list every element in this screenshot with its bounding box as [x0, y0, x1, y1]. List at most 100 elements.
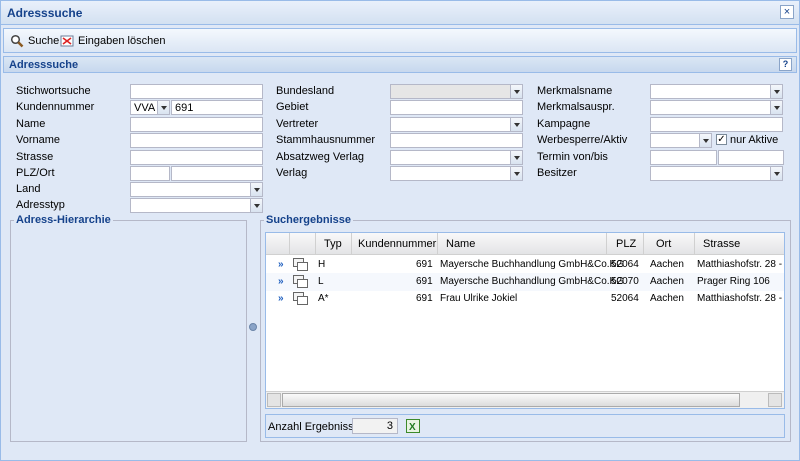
absatzweg-label: Absatzweg Verlag	[276, 151, 365, 163]
besitzer-label: Besitzer	[537, 167, 577, 179]
kundennummer-prefix-select[interactable]: VVA	[130, 100, 170, 115]
help-icon[interactable]: ?	[779, 58, 792, 71]
merkmalsname-select[interactable]	[650, 84, 783, 99]
chevron-down-icon[interactable]	[699, 133, 712, 148]
vorname-label: Vorname	[16, 134, 61, 146]
address-hierarchy-panel	[10, 220, 247, 442]
splitter-handle[interactable]	[249, 323, 257, 331]
merkmalsauspr-label: Merkmalsauspr.	[537, 101, 615, 113]
search-button-label: Suche	[28, 35, 60, 47]
bundesland-label: Bundesland	[276, 85, 335, 97]
address-search-window: Adresssuche × Suche Eingaben löschen Adr…	[0, 0, 800, 461]
stichwortsuche-label: Stichwortsuche	[16, 85, 91, 97]
chevron-down-icon[interactable]	[770, 100, 783, 115]
chevron-down-icon[interactable]	[510, 166, 523, 181]
column-plz[interactable]: PLZ	[616, 238, 636, 250]
search-panel-header: Adresssuche ?	[3, 56, 797, 73]
chevron-down-icon[interactable]	[250, 182, 263, 197]
open-row-icon[interactable]: »	[278, 293, 284, 304]
close-icon[interactable]: ×	[780, 5, 794, 19]
adresstyp-label: Adresstyp	[16, 199, 65, 211]
address-hierarchy-title: Adress-Hierarchie	[14, 214, 113, 226]
window-titlebar: Adresssuche ×	[1, 1, 799, 25]
nur-aktive-label: nur Aktive	[730, 134, 779, 146]
werbesperre-label: Werbesperre/Aktiv	[537, 134, 628, 146]
nur-aktive-checkbox[interactable]: ✓	[716, 134, 727, 145]
name-label: Name	[16, 118, 46, 130]
plz-ort-label: PLZ/Ort	[16, 167, 55, 179]
gebiet-label: Gebiet	[276, 101, 309, 113]
ort-input[interactable]	[171, 166, 263, 181]
excel-export-icon[interactable]: X	[406, 419, 420, 433]
toolbar: Suche Eingaben löschen	[3, 28, 797, 53]
column-typ[interactable]: Typ	[324, 238, 342, 250]
strasse-label: Strasse	[16, 151, 54, 163]
details-icon[interactable]	[293, 258, 309, 274]
table-row[interactable]: » A* 691 Frau Ulrike Jokiel 52064 Aachen…	[266, 290, 784, 308]
table-row[interactable]: » L 691 Mayersche Buchhandlung GmbH&Co.K…	[266, 273, 784, 291]
window-title: Adresssuche	[7, 6, 83, 20]
besitzer-select[interactable]	[650, 166, 783, 181]
column-kundennummer[interactable]: Kundennummer	[358, 238, 436, 250]
open-row-icon[interactable]: »	[278, 259, 284, 270]
results-footer: Anzahl Ergebnisse: 3 X	[265, 414, 785, 438]
stammhausnummer-input[interactable]	[390, 133, 523, 148]
land-select[interactable]	[130, 182, 263, 197]
absatzweg-select[interactable]	[390, 150, 523, 165]
search-button[interactable]: Suche	[10, 33, 59, 49]
magnifier-icon	[10, 34, 24, 48]
clear-inputs-label: Eingaben löschen	[78, 35, 166, 47]
column-ort[interactable]: Ort	[656, 238, 671, 250]
land-label: Land	[16, 183, 41, 195]
name-input[interactable]	[130, 117, 263, 132]
column-strasse[interactable]: Strasse	[703, 238, 740, 250]
verlag-label: Verlag	[276, 167, 308, 179]
verlag-select[interactable]	[390, 166, 523, 181]
scroll-left-icon[interactable]	[267, 393, 281, 407]
details-icon[interactable]	[293, 275, 309, 291]
chevron-down-icon[interactable]	[770, 84, 783, 99]
chevron-down-icon[interactable]	[510, 117, 523, 132]
chevron-down-icon[interactable]	[770, 166, 783, 181]
kampagne-input[interactable]	[650, 117, 783, 132]
scroll-right-icon[interactable]	[768, 393, 782, 407]
merkmalsauspr-select[interactable]	[650, 100, 783, 115]
kampagne-label: Kampagne	[537, 118, 591, 130]
bundesland-select[interactable]	[390, 84, 523, 99]
search-results-title: Suchergebnisse	[264, 214, 353, 226]
werbesperre-select[interactable]	[650, 133, 712, 148]
strasse-input[interactable]	[130, 150, 263, 165]
results-grid: Typ Kundennummer Name PLZ Ort Strasse » …	[265, 232, 785, 409]
horizontal-scrollbar[interactable]	[266, 391, 784, 408]
table-row[interactable]: » H 691 Mayersche Buchhandlung GmbH&Co.K…	[266, 256, 784, 274]
termin-label: Termin von/bis	[537, 151, 608, 163]
chevron-down-icon[interactable]	[510, 150, 523, 165]
merkmalsname-label: Merkmalsname	[537, 85, 613, 97]
grid-header: Typ Kundennummer Name PLZ Ort Strasse	[266, 233, 784, 255]
result-count-field: 3	[352, 418, 398, 434]
result-count-label: Anzahl Ergebnisse:	[268, 421, 363, 433]
kundennummer-label: Kundennummer	[16, 101, 95, 113]
chevron-down-icon[interactable]	[510, 84, 523, 99]
search-panel-title: Adresssuche	[9, 59, 79, 71]
clear-inputs-button[interactable]: Eingaben löschen	[60, 33, 165, 49]
clear-form-icon	[60, 34, 74, 48]
chevron-down-icon[interactable]	[250, 198, 263, 213]
plz-input[interactable]	[130, 166, 170, 181]
chevron-down-icon[interactable]	[157, 100, 170, 115]
vorname-input[interactable]	[130, 133, 263, 148]
adresstyp-select[interactable]	[130, 198, 263, 213]
vertreter-select[interactable]	[390, 117, 523, 132]
open-row-icon[interactable]: »	[278, 276, 284, 287]
svg-text:X: X	[409, 422, 416, 433]
termin-from-input[interactable]	[650, 150, 717, 165]
stichwortsuche-input[interactable]	[130, 84, 263, 99]
scrollbar-thumb[interactable]	[282, 393, 740, 407]
details-icon[interactable]	[293, 292, 309, 308]
kundennummer-input[interactable]: 691	[171, 100, 263, 115]
gebiet-input[interactable]	[390, 100, 523, 115]
termin-to-input[interactable]	[718, 150, 784, 165]
column-name[interactable]: Name	[446, 238, 475, 250]
stammhausnummer-label: Stammhausnummer	[276, 134, 376, 146]
vertreter-label: Vertreter	[276, 118, 319, 130]
